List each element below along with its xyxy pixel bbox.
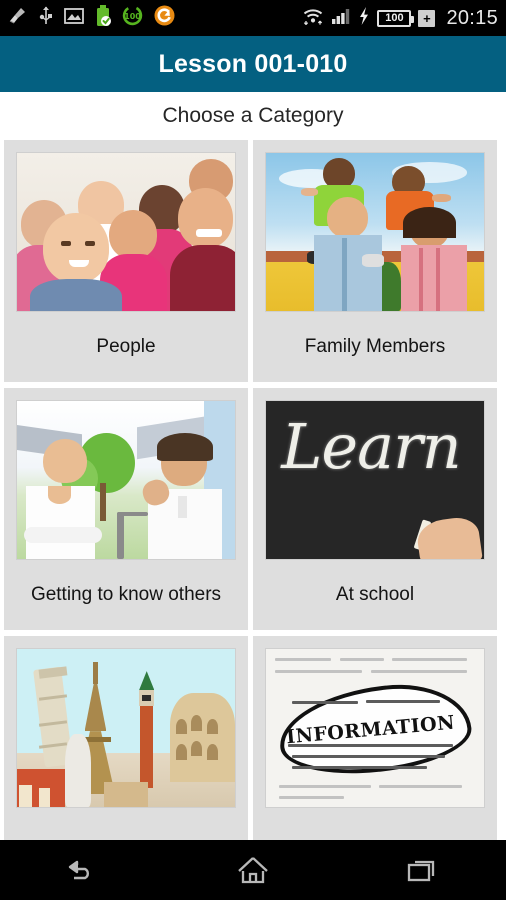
category-card-at-school[interactable]: Learn At school [253, 388, 497, 630]
android-navigation-bar[interactable] [0, 840, 506, 900]
category-card-family-members[interactable]: Family Members [253, 140, 497, 382]
category-label [373, 808, 377, 840]
home-icon [238, 857, 268, 884]
subtitle-label: Choose a Category [162, 104, 344, 127]
charging-bolt-icon [358, 6, 370, 31]
battery-plus-icon: + [418, 9, 436, 27]
information-glasses-photo: INFORMATION [265, 648, 485, 808]
category-card-getting-to-know-others[interactable]: Getting to know others [4, 388, 248, 630]
wifi-icon [302, 6, 324, 31]
status-bar[interactable]: 100 100 + 20:15 [0, 0, 506, 36]
battery-full-check-icon [95, 4, 111, 32]
category-grid[interactable]: People Family Members Getting to know ot… [0, 140, 506, 840]
app-sync-orange-icon [154, 5, 175, 31]
page-title: Lesson 001-010 [158, 49, 348, 78]
category-label [124, 808, 128, 840]
category-card-information[interactable]: INFORMATION [253, 636, 497, 840]
action-bar: Lesson 001-010 [0, 36, 506, 92]
svg-text:100: 100 [124, 12, 141, 21]
at-school-chalkboard-photo: Learn [265, 400, 485, 560]
back-button[interactable] [39, 840, 129, 900]
travel-landmarks-photo [16, 648, 236, 808]
screenshot-image-icon [64, 7, 84, 30]
battery-icon: 100 [377, 9, 415, 27]
chalkboard-word: Learn [281, 410, 461, 484]
status-bar-left-icons: 100 [8, 4, 175, 32]
back-icon [69, 860, 90, 880]
category-label: People [96, 335, 156, 357]
cellular-signal-icon [331, 7, 351, 30]
recent-apps-button[interactable] [377, 840, 467, 900]
getting-to-know-others-photo [16, 400, 236, 560]
home-button[interactable] [208, 840, 298, 900]
battery-percent-circle-icon: 100 [122, 5, 143, 31]
family-members-photo [265, 152, 485, 312]
category-card-travel[interactable] [4, 636, 248, 840]
subtitle-bar: Choose a Category [0, 92, 506, 140]
category-label: At school [335, 583, 415, 605]
status-bar-right-icons: 100 + 20:15 [302, 6, 498, 31]
usb-icon [39, 6, 53, 31]
category-label: Getting to know others [30, 583, 222, 605]
recent-apps-icon [407, 860, 434, 882]
clock: 20:15 [446, 6, 498, 29]
battery-percent-label: 100 [385, 12, 404, 24]
people-group-photo [16, 152, 236, 312]
category-card-people[interactable]: People [4, 140, 248, 382]
cleaner-broom-icon [8, 7, 28, 30]
category-label: Family Members [304, 335, 446, 357]
